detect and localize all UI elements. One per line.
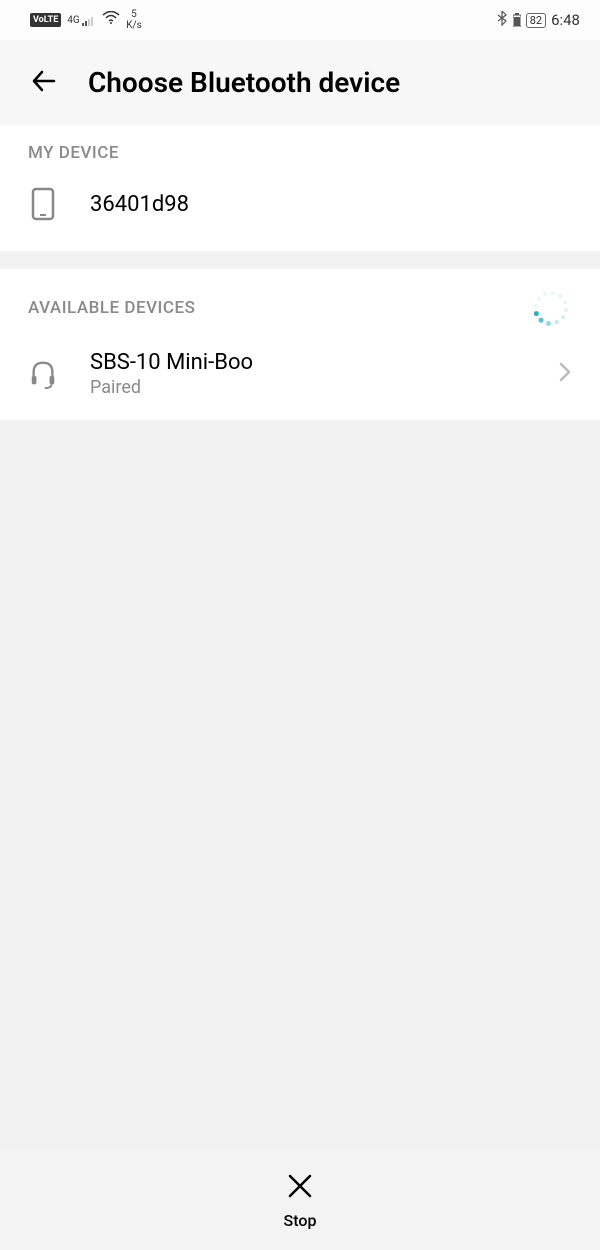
footer-bar: Stop — [0, 1150, 600, 1250]
stop-button-label[interactable]: Stop — [284, 1211, 317, 1230]
status-left: VoLTE 4G 5 K/s — [30, 9, 142, 31]
my-device-name: 36401d98 — [90, 192, 189, 217]
chevron-right-icon[interactable] — [558, 361, 572, 387]
available-device-text: SBS-10 Mini-Boo Paired — [90, 350, 526, 398]
volte-badge: VoLTE — [30, 13, 61, 27]
wifi-icon — [102, 11, 120, 29]
back-arrow-icon[interactable] — [28, 65, 60, 101]
headset-icon — [28, 355, 58, 393]
available-devices-header: AVAILABLE DEVICES — [28, 298, 195, 318]
status-right: 82 6:48 — [496, 10, 580, 30]
my-device-section: MY DEVICE 36401d98 — [0, 125, 600, 251]
network-4g-icon: 4G — [67, 15, 96, 26]
close-icon[interactable] — [285, 1171, 315, 1205]
available-device-status: Paired — [90, 377, 526, 398]
status-bar: VoLTE 4G 5 K/s — [0, 0, 600, 40]
data-speed: 5 K/s — [126, 9, 142, 31]
app-header: Choose Bluetooth device — [0, 40, 600, 125]
my-device-row[interactable]: 36401d98 — [28, 185, 572, 223]
available-devices-section: AVAILABLE DEVICES SBS-10 Mini — [0, 269, 600, 420]
scanning-spinner-icon — [536, 293, 566, 323]
available-device-row[interactable]: SBS-10 Mini-Boo Paired — [28, 338, 572, 410]
my-device-header: MY DEVICE — [28, 143, 572, 163]
bluetooth-icon — [496, 10, 508, 30]
battery-percent: 82 — [526, 13, 546, 28]
available-device-name: SBS-10 Mini-Boo — [90, 350, 526, 375]
page-title: Choose Bluetooth device — [88, 66, 400, 99]
battery-icon — [513, 12, 521, 28]
phone-icon — [28, 185, 58, 223]
clock: 6:48 — [551, 11, 580, 29]
